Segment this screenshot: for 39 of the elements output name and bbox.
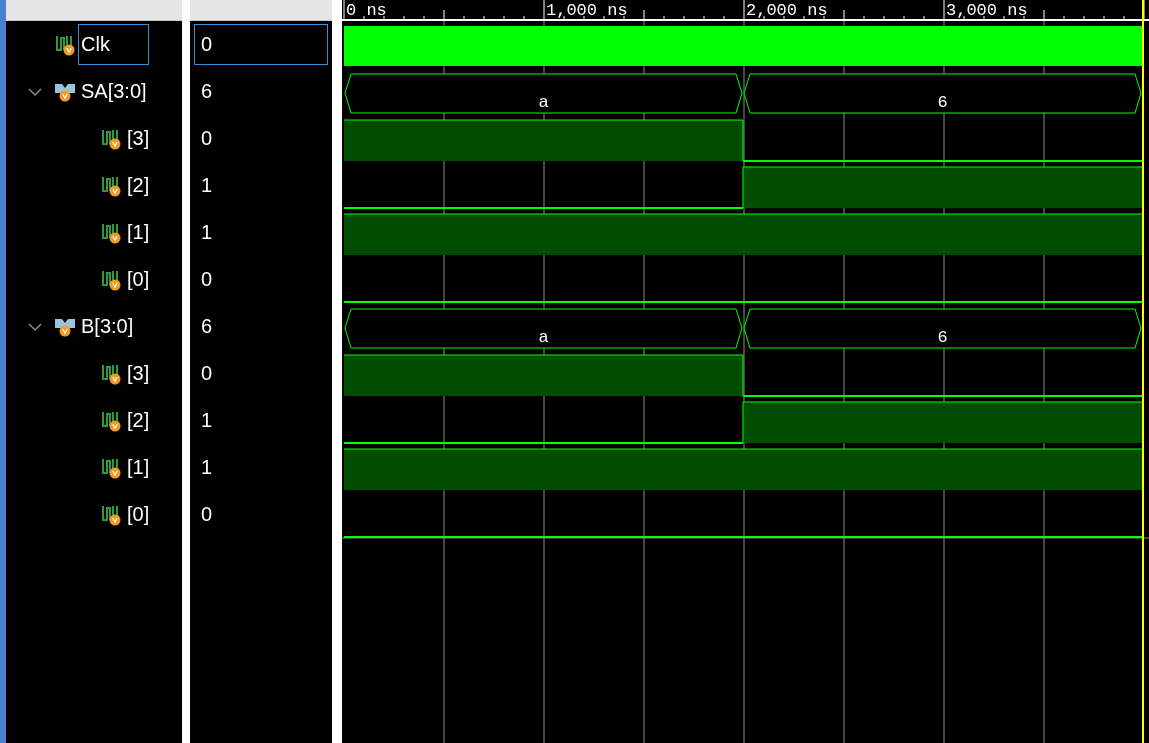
bus-value-label: a <box>538 328 549 347</box>
bit-signal-icon <box>54 33 76 56</box>
time-label: 0 ns <box>346 1 387 20</box>
bit-signal-icon <box>100 503 122 526</box>
signal-name[interactable]: [3] <box>124 353 153 394</box>
bit-signal-icon <box>100 174 122 197</box>
bit-signal-icon <box>100 456 122 479</box>
signal-name[interactable]: B[3:0] <box>78 306 137 347</box>
time-label: 1,000 ns <box>546 1 628 20</box>
signal-name[interactable]: [2] <box>124 400 153 441</box>
time-label: 3,000 ns <box>946 1 1028 20</box>
signal-value: 6 <box>200 314 214 339</box>
signal-name[interactable]: [0] <box>124 494 153 535</box>
bus-value-label: a <box>538 93 549 112</box>
signal-name[interactable]: [0] <box>124 259 153 300</box>
signal-name[interactable]: SA[3:0] <box>78 71 150 112</box>
signal-value: 1 <box>200 220 214 245</box>
signal-value: 0 <box>200 126 214 151</box>
bit-signal-icon <box>100 221 122 244</box>
signal-name[interactable]: [1] <box>124 212 153 253</box>
signal-value: 0 <box>200 502 214 527</box>
signal-value: 6 <box>200 79 214 104</box>
signal-value: 1 <box>200 455 214 480</box>
bit-signal-icon <box>100 409 122 432</box>
signal-name[interactable]: [3] <box>124 118 153 159</box>
signal-value: 1 <box>200 408 214 433</box>
signal-name[interactable]: Clk <box>78 24 149 65</box>
bus-value-label: 6 <box>937 328 948 347</box>
bus-value-label: 6 <box>937 93 948 112</box>
time-label: 2,000 ns <box>746 1 828 20</box>
bit-signal-icon <box>100 362 122 385</box>
signal-value: 0 <box>200 267 214 292</box>
signal-name[interactable]: [2] <box>124 165 153 206</box>
signal-value: 0 <box>200 361 214 386</box>
bit-signal-icon <box>100 268 122 291</box>
signal-name[interactable]: [1] <box>124 447 153 488</box>
signal-value: 1 <box>200 173 214 198</box>
bit-signal-icon <box>100 127 122 150</box>
signal-value: 0 <box>194 24 328 65</box>
